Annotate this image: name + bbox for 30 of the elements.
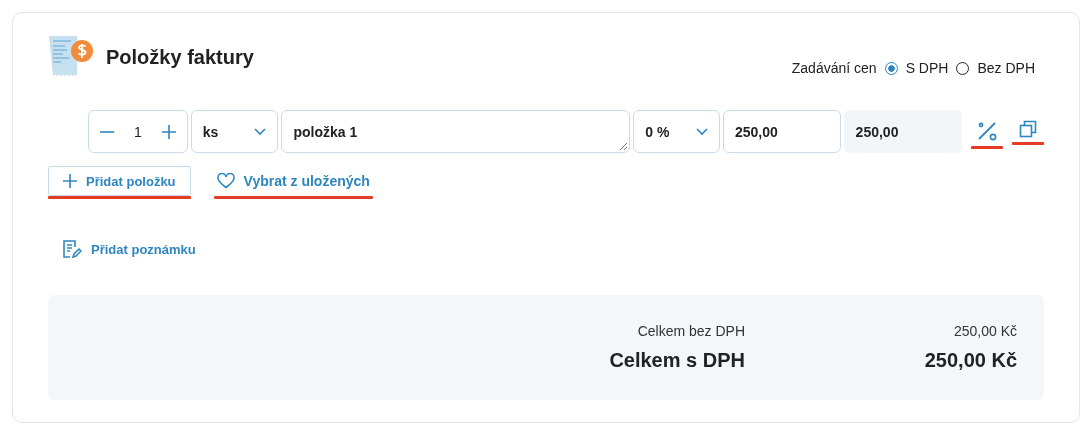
add-item-button[interactable]: Přidat položku: [48, 166, 191, 196]
note-edit-icon: [62, 239, 82, 259]
total-field: 250,00: [843, 110, 963, 153]
radio-label: S DPH: [905, 60, 949, 76]
summary-value: 250,00 Kč: [952, 323, 1017, 339]
item-name-field[interactable]: položka 1: [281, 110, 631, 153]
plus-icon: [63, 174, 77, 188]
radio-label: Bez DPH: [977, 60, 1035, 76]
quantity-value: 1: [133, 123, 142, 140]
summary-label: Celkem bez DPH: [637, 323, 745, 339]
heart-icon: [216, 173, 235, 189]
chevron-down-icon: [695, 127, 708, 136]
copy-icon[interactable]: [1019, 120, 1038, 138]
price-entry-label: Zadávání cen: [791, 60, 877, 76]
plus-icon[interactable]: [161, 124, 176, 139]
add-note-button[interactable]: Přidat poznámku: [62, 239, 196, 259]
radio-button[interactable]: [884, 61, 898, 75]
unit-select[interactable]: ks: [190, 110, 279, 153]
summary-label: Celkem s DPH: [609, 349, 745, 372]
resize-grip-icon: [620, 143, 628, 150]
highlight-underline: [1012, 142, 1044, 145]
chevron-down-icon: [254, 127, 267, 136]
quantity-stepper[interactable]: 1: [88, 110, 188, 153]
section-title: Položky faktury: [106, 45, 254, 69]
summary-value: 250,00 Kč: [923, 349, 1017, 372]
vat-select[interactable]: 0 %: [633, 110, 720, 153]
highlight-underline: [971, 146, 1004, 149]
price-field[interactable]: 250,00: [722, 110, 841, 153]
receipt-icon: [48, 36, 94, 78]
percent-icon[interactable]: [976, 120, 999, 142]
